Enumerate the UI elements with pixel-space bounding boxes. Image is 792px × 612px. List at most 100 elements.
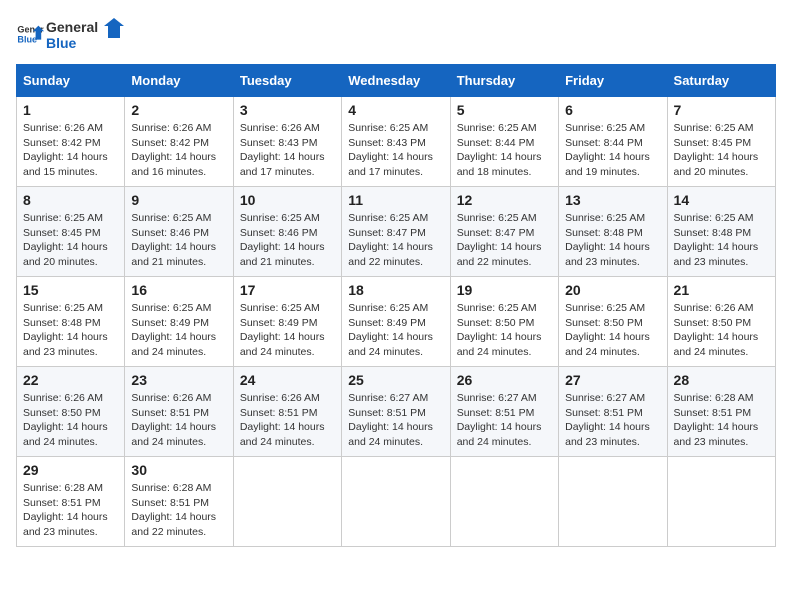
day-number: 16 (131, 282, 226, 298)
day-info: Sunrise: 6:25 AMSunset: 8:48 PMDaylight:… (565, 212, 650, 268)
calendar-cell: 20 Sunrise: 6:25 AMSunset: 8:50 PMDaylig… (559, 277, 667, 367)
day-info: Sunrise: 6:28 AMSunset: 8:51 PMDaylight:… (131, 482, 216, 538)
day-number: 18 (348, 282, 443, 298)
calendar-cell: 12 Sunrise: 6:25 AMSunset: 8:47 PMDaylig… (450, 187, 558, 277)
calendar-cell: 29 Sunrise: 6:28 AMSunset: 8:51 PMDaylig… (17, 457, 125, 547)
day-header-sunday: Sunday (17, 65, 125, 97)
day-header-friday: Friday (559, 65, 667, 97)
day-number: 7 (674, 102, 769, 118)
calendar-cell: 9 Sunrise: 6:25 AMSunset: 8:46 PMDayligh… (125, 187, 233, 277)
day-info: Sunrise: 6:26 AMSunset: 8:51 PMDaylight:… (131, 392, 216, 448)
day-info: Sunrise: 6:25 AMSunset: 8:50 PMDaylight:… (565, 302, 650, 358)
calendar-cell: 3 Sunrise: 6:26 AMSunset: 8:43 PMDayligh… (233, 97, 341, 187)
day-info: Sunrise: 6:25 AMSunset: 8:50 PMDaylight:… (457, 302, 542, 358)
day-info: Sunrise: 6:26 AMSunset: 8:42 PMDaylight:… (23, 122, 108, 178)
day-info: Sunrise: 6:26 AMSunset: 8:43 PMDaylight:… (240, 122, 325, 178)
calendar-cell (233, 457, 341, 547)
logo-icon: General Blue (16, 20, 44, 48)
day-number: 5 (457, 102, 552, 118)
day-header-monday: Monday (125, 65, 233, 97)
day-number: 4 (348, 102, 443, 118)
page-header: General Blue General Blue (16, 16, 776, 52)
day-info: Sunrise: 6:25 AMSunset: 8:44 PMDaylight:… (457, 122, 542, 178)
calendar-cell: 23 Sunrise: 6:26 AMSunset: 8:51 PMDaylig… (125, 367, 233, 457)
day-info: Sunrise: 6:25 AMSunset: 8:48 PMDaylight:… (23, 302, 108, 358)
calendar-week-row: 8 Sunrise: 6:25 AMSunset: 8:45 PMDayligh… (17, 187, 776, 277)
day-number: 6 (565, 102, 660, 118)
calendar-cell: 13 Sunrise: 6:25 AMSunset: 8:48 PMDaylig… (559, 187, 667, 277)
day-number: 21 (674, 282, 769, 298)
day-info: Sunrise: 6:25 AMSunset: 8:49 PMDaylight:… (131, 302, 216, 358)
day-number: 15 (23, 282, 118, 298)
calendar-cell: 10 Sunrise: 6:25 AMSunset: 8:46 PMDaylig… (233, 187, 341, 277)
calendar-week-row: 15 Sunrise: 6:25 AMSunset: 8:48 PMDaylig… (17, 277, 776, 367)
day-info: Sunrise: 6:27 AMSunset: 8:51 PMDaylight:… (348, 392, 433, 448)
day-info: Sunrise: 6:28 AMSunset: 8:51 PMDaylight:… (23, 482, 108, 538)
day-number: 28 (674, 372, 769, 388)
svg-text:Blue: Blue (46, 35, 77, 51)
calendar-cell: 15 Sunrise: 6:25 AMSunset: 8:48 PMDaylig… (17, 277, 125, 367)
svg-text:Blue: Blue (17, 34, 37, 44)
day-info: Sunrise: 6:25 AMSunset: 8:45 PMDaylight:… (674, 122, 759, 178)
day-number: 24 (240, 372, 335, 388)
day-number: 17 (240, 282, 335, 298)
header-row: SundayMondayTuesdayWednesdayThursdayFrid… (17, 65, 776, 97)
day-info: Sunrise: 6:25 AMSunset: 8:49 PMDaylight:… (348, 302, 433, 358)
day-number: 14 (674, 192, 769, 208)
day-info: Sunrise: 6:25 AMSunset: 8:48 PMDaylight:… (674, 212, 759, 268)
day-info: Sunrise: 6:25 AMSunset: 8:46 PMDaylight:… (240, 212, 325, 268)
day-info: Sunrise: 6:25 AMSunset: 8:45 PMDaylight:… (23, 212, 108, 268)
day-number: 25 (348, 372, 443, 388)
calendar-cell: 28 Sunrise: 6:28 AMSunset: 8:51 PMDaylig… (667, 367, 775, 457)
day-number: 23 (131, 372, 226, 388)
calendar-cell: 14 Sunrise: 6:25 AMSunset: 8:48 PMDaylig… (667, 187, 775, 277)
calendar-cell: 16 Sunrise: 6:25 AMSunset: 8:49 PMDaylig… (125, 277, 233, 367)
day-info: Sunrise: 6:26 AMSunset: 8:50 PMDaylight:… (674, 302, 759, 358)
day-header-thursday: Thursday (450, 65, 558, 97)
logo: General Blue General Blue (16, 16, 126, 52)
day-number: 29 (23, 462, 118, 478)
svg-text:General: General (46, 19, 98, 35)
day-number: 3 (240, 102, 335, 118)
calendar-cell (342, 457, 450, 547)
day-info: Sunrise: 6:27 AMSunset: 8:51 PMDaylight:… (565, 392, 650, 448)
day-info: Sunrise: 6:25 AMSunset: 8:43 PMDaylight:… (348, 122, 433, 178)
day-number: 10 (240, 192, 335, 208)
day-info: Sunrise: 6:26 AMSunset: 8:42 PMDaylight:… (131, 122, 216, 178)
day-header-wednesday: Wednesday (342, 65, 450, 97)
day-info: Sunrise: 6:27 AMSunset: 8:51 PMDaylight:… (457, 392, 542, 448)
calendar-cell: 18 Sunrise: 6:25 AMSunset: 8:49 PMDaylig… (342, 277, 450, 367)
calendar-cell: 11 Sunrise: 6:25 AMSunset: 8:47 PMDaylig… (342, 187, 450, 277)
day-info: Sunrise: 6:25 AMSunset: 8:47 PMDaylight:… (457, 212, 542, 268)
calendar-cell: 25 Sunrise: 6:27 AMSunset: 8:51 PMDaylig… (342, 367, 450, 457)
calendar-table: SundayMondayTuesdayWednesdayThursdayFrid… (16, 64, 776, 547)
day-header-saturday: Saturday (667, 65, 775, 97)
day-number: 8 (23, 192, 118, 208)
day-number: 11 (348, 192, 443, 208)
calendar-cell: 21 Sunrise: 6:26 AMSunset: 8:50 PMDaylig… (667, 277, 775, 367)
calendar-week-row: 29 Sunrise: 6:28 AMSunset: 8:51 PMDaylig… (17, 457, 776, 547)
calendar-cell (450, 457, 558, 547)
day-info: Sunrise: 6:25 AMSunset: 8:47 PMDaylight:… (348, 212, 433, 268)
calendar-cell: 1 Sunrise: 6:26 AMSunset: 8:42 PMDayligh… (17, 97, 125, 187)
day-info: Sunrise: 6:28 AMSunset: 8:51 PMDaylight:… (674, 392, 759, 448)
calendar-cell: 8 Sunrise: 6:25 AMSunset: 8:45 PMDayligh… (17, 187, 125, 277)
calendar-cell: 5 Sunrise: 6:25 AMSunset: 8:44 PMDayligh… (450, 97, 558, 187)
day-info: Sunrise: 6:25 AMSunset: 8:49 PMDaylight:… (240, 302, 325, 358)
calendar-cell: 7 Sunrise: 6:25 AMSunset: 8:45 PMDayligh… (667, 97, 775, 187)
day-info: Sunrise: 6:26 AMSunset: 8:51 PMDaylight:… (240, 392, 325, 448)
calendar-week-row: 1 Sunrise: 6:26 AMSunset: 8:42 PMDayligh… (17, 97, 776, 187)
day-number: 12 (457, 192, 552, 208)
day-number: 13 (565, 192, 660, 208)
calendar-cell: 26 Sunrise: 6:27 AMSunset: 8:51 PMDaylig… (450, 367, 558, 457)
calendar-cell: 6 Sunrise: 6:25 AMSunset: 8:44 PMDayligh… (559, 97, 667, 187)
day-number: 30 (131, 462, 226, 478)
logo-svg: General Blue (46, 16, 126, 52)
day-info: Sunrise: 6:25 AMSunset: 8:46 PMDaylight:… (131, 212, 216, 268)
day-info: Sunrise: 6:26 AMSunset: 8:50 PMDaylight:… (23, 392, 108, 448)
day-number: 26 (457, 372, 552, 388)
day-number: 19 (457, 282, 552, 298)
calendar-cell: 30 Sunrise: 6:28 AMSunset: 8:51 PMDaylig… (125, 457, 233, 547)
calendar-cell (667, 457, 775, 547)
calendar-cell: 22 Sunrise: 6:26 AMSunset: 8:50 PMDaylig… (17, 367, 125, 457)
